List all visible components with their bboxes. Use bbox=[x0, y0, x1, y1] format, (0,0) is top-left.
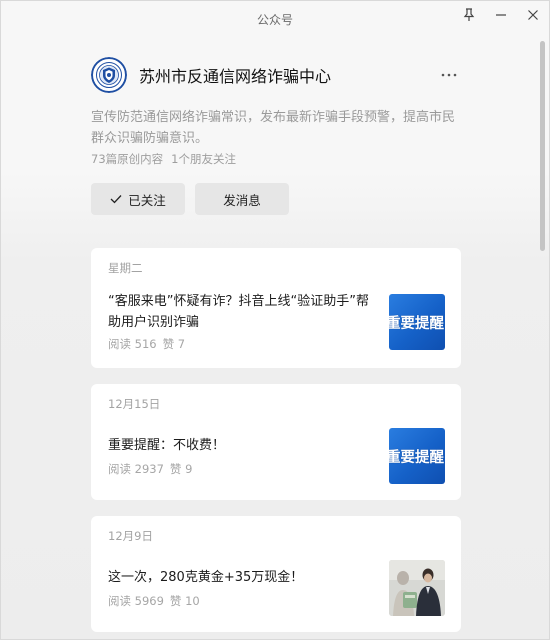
article-likes: 赞 9 bbox=[169, 462, 193, 476]
article-meta: 阅读 516 赞 7 bbox=[108, 336, 185, 352]
more-options-button[interactable] bbox=[437, 63, 461, 87]
article-card[interactable]: 12月15日 重要提醒：不收费！ 阅读 2937 赞 9 重要提醒 bbox=[91, 384, 461, 500]
followed-button-label: 已关注 bbox=[128, 192, 166, 208]
thumbnail-text: 重要提醒 bbox=[389, 315, 444, 332]
official-account-window: 公众号 苏州市反通信网络诈骗中心 宣传防范通信网络诈骗常识，发布最新诈骗手段预警… bbox=[0, 0, 550, 640]
article-reads: 阅读 2937 bbox=[108, 462, 164, 476]
scrollbar[interactable] bbox=[540, 41, 545, 251]
pin-icon bbox=[463, 8, 475, 21]
friends-following-count[interactable]: 1个朋友关注 bbox=[171, 151, 236, 167]
article-thumbnail[interactable]: 重要提醒 bbox=[389, 294, 445, 350]
article-date: 12月15日 bbox=[108, 397, 161, 411]
send-message-button[interactable]: 发消息 bbox=[195, 183, 289, 215]
send-message-label: 发消息 bbox=[223, 192, 261, 208]
more-dots-icon bbox=[441, 73, 457, 77]
check-icon bbox=[110, 195, 122, 204]
account-logo[interactable] bbox=[91, 57, 127, 93]
window-controls bbox=[453, 1, 549, 37]
article-date: 星期二 bbox=[108, 261, 143, 275]
title-bar: 公众号 bbox=[1, 1, 549, 37]
account-header: 苏州市反通信网络诈骗中心 bbox=[91, 55, 459, 95]
article-card[interactable]: 星期二 “客服来电”怀疑有诈？抖音上线“验证助手”帮助用户识别诈骗 阅读 516… bbox=[91, 248, 461, 368]
pin-button[interactable] bbox=[453, 1, 485, 29]
thumbnail-text: 重要提醒 bbox=[389, 449, 444, 466]
window-title: 公众号 bbox=[256, 12, 293, 27]
thumbnail-photo-image bbox=[389, 560, 445, 616]
article-likes: 赞 10 bbox=[169, 594, 200, 608]
article-date: 12月9日 bbox=[108, 529, 153, 543]
original-content-count: 73篇原创内容 bbox=[91, 152, 164, 166]
account-description: 宣传防范通信网络诈骗常识，发布最新诈骗手段预警，提高市民群众识骗防骗意识。 bbox=[91, 110, 456, 146]
article-title[interactable]: 重要提醒：不收费！ bbox=[108, 435, 378, 456]
article-thumbnail[interactable]: 重要提醒 bbox=[389, 428, 445, 484]
article-meta: 阅读 2937 赞 9 bbox=[108, 461, 192, 477]
account-stats: 73篇原创内容 1个朋友关注 bbox=[91, 151, 236, 167]
close-button[interactable] bbox=[517, 1, 549, 29]
account-name[interactable]: 苏州市反通信网络诈骗中心 bbox=[139, 63, 331, 87]
article-title[interactable]: “客服来电”怀疑有诈？抖音上线“验证助手”帮助用户识别诈骗 bbox=[108, 291, 378, 333]
article-reads: 阅读 516 bbox=[108, 337, 157, 351]
article-thumbnail[interactable] bbox=[389, 560, 445, 616]
close-icon bbox=[528, 10, 538, 20]
minimize-icon bbox=[496, 14, 506, 16]
followed-button[interactable]: 已关注 bbox=[91, 183, 185, 215]
article-meta: 阅读 5969 赞 10 bbox=[108, 593, 200, 609]
article-card[interactable]: 12月9日 这一次，280克黄金+35万现金！ 阅读 5969 赞 10 bbox=[91, 516, 461, 632]
article-likes: 赞 7 bbox=[162, 337, 186, 351]
article-title[interactable]: 这一次，280克黄金+35万现金！ bbox=[108, 567, 378, 588]
article-reads: 阅读 5969 bbox=[108, 594, 164, 608]
minimize-button[interactable] bbox=[485, 1, 517, 29]
